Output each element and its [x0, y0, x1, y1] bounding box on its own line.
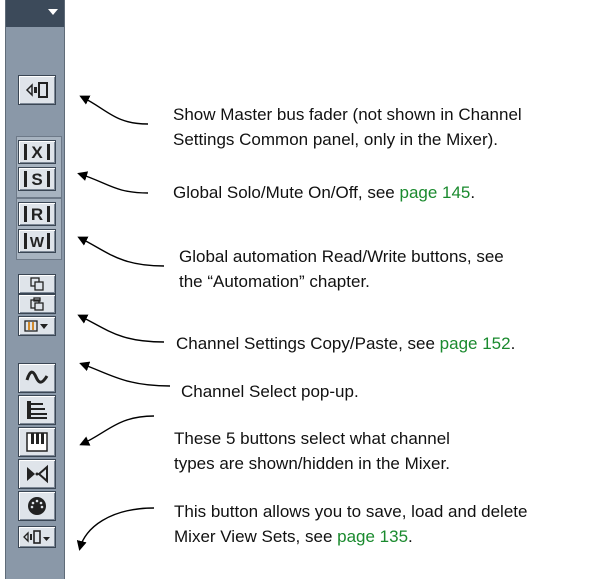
arrow-master	[79, 95, 149, 125]
page-link-152[interactable]: page 152	[440, 334, 511, 353]
arrow-view-sets	[76, 507, 155, 551]
annotation-master-line2: Settings Common panel, only in the Mixer…	[173, 130, 499, 149]
annotation-copy-paste-suffix: .	[510, 334, 516, 353]
annotation-channel-types-line2: types are shown/hidden in the Mixer.	[174, 454, 450, 473]
annotation-channel-types-line1: These 5 buttons select what channel	[174, 429, 450, 448]
page-link-145[interactable]: page 145	[399, 183, 470, 202]
annotation-solo-mute-suffix: .	[470, 183, 476, 202]
annotation-channel-select: Channel Select pop-up.	[181, 382, 359, 401]
arrow-channel-types	[79, 415, 155, 446]
annotation-view-sets-line1: This button allows you to save, load and…	[174, 502, 528, 521]
annotation-view-sets-suffix: .	[408, 527, 413, 546]
page-link-135[interactable]: page 135	[337, 527, 408, 546]
annotation-automation-line1: Global automation Read/Write buttons, se…	[179, 247, 504, 266]
annotation-view-sets-line2: Mixer View Sets, see page 135.	[174, 525, 413, 548]
annotation-solo-mute: Global Solo/Mute On/Off, see page 145.	[173, 181, 475, 204]
annotation-automation-line2: the “Automation” chapter.	[179, 272, 370, 291]
annotation-view-sets-text: Mixer View Sets, see	[174, 527, 338, 546]
arrow-channel-select	[79, 361, 171, 387]
annotation-master-line1: Show Master bus fader (not shown in Chan…	[173, 105, 522, 124]
annotation-copy-paste: Channel Settings Copy/Paste, see page 15…	[176, 332, 515, 355]
arrow-solo-mute	[77, 171, 149, 194]
arrow-read-write	[77, 236, 165, 267]
annotation-solo-mute-text: Global Solo/Mute On/Off, see	[173, 183, 400, 202]
annotation-copy-paste-text: Channel Settings Copy/Paste, see	[176, 334, 440, 353]
arrow-copy-paste	[77, 314, 165, 343]
